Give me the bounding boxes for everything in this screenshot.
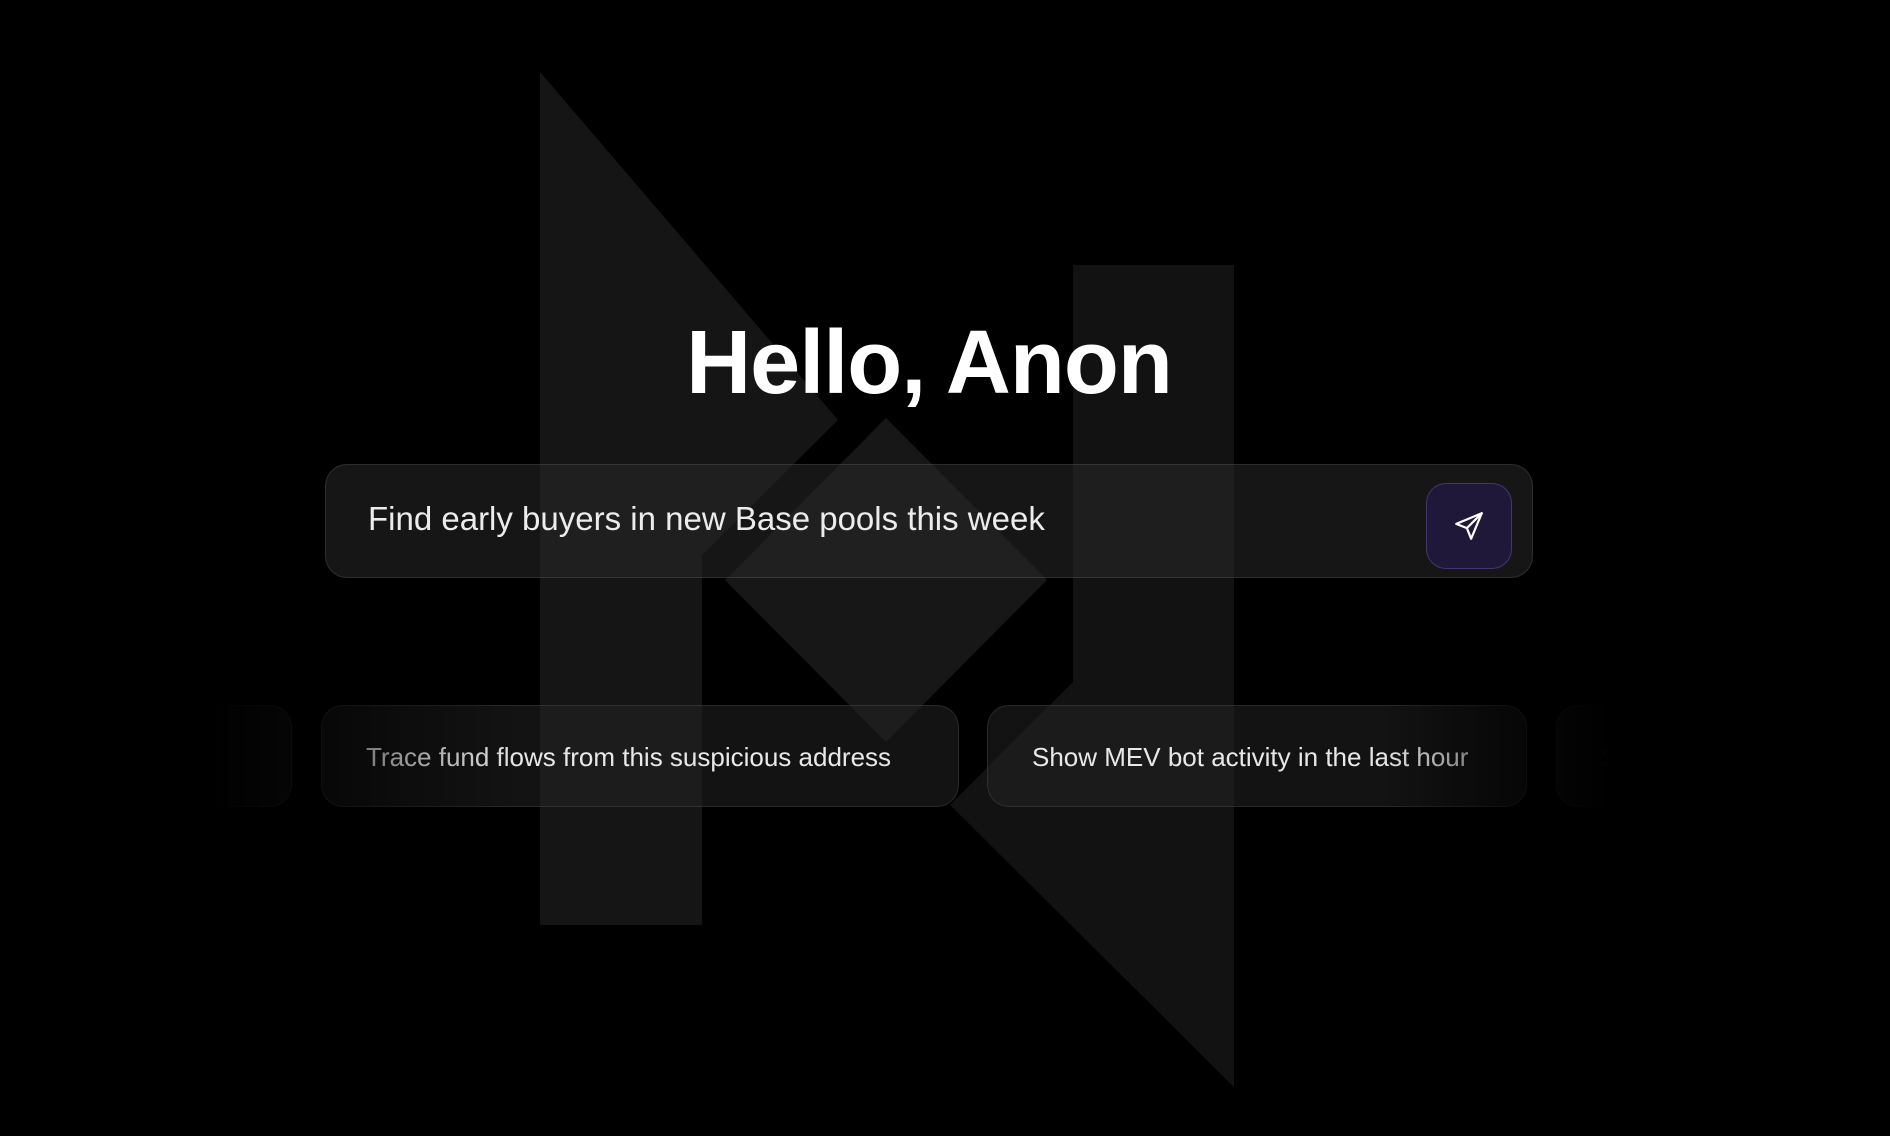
suggestion-chip[interactable]: Show MEV bot activity in the last hour — [987, 705, 1527, 807]
suggestion-chip[interactable]: S — [1556, 705, 1856, 807]
suggestion-carousel: A Trace fund flows from this suspicious … — [0, 705, 1890, 809]
suggestion-chip[interactable]: A — [40, 705, 292, 807]
home-screen: Hello, Anon A Trace fund flows from this… — [0, 0, 1890, 1136]
prompt-bar — [325, 464, 1533, 578]
send-button[interactable] — [1426, 483, 1512, 569]
send-icon — [1455, 512, 1483, 540]
suggestion-chip[interactable]: Trace fund flows from this suspicious ad… — [321, 705, 959, 807]
page-title: Hello, Anon — [686, 313, 1173, 413]
prompt-input[interactable] — [368, 493, 1368, 545]
